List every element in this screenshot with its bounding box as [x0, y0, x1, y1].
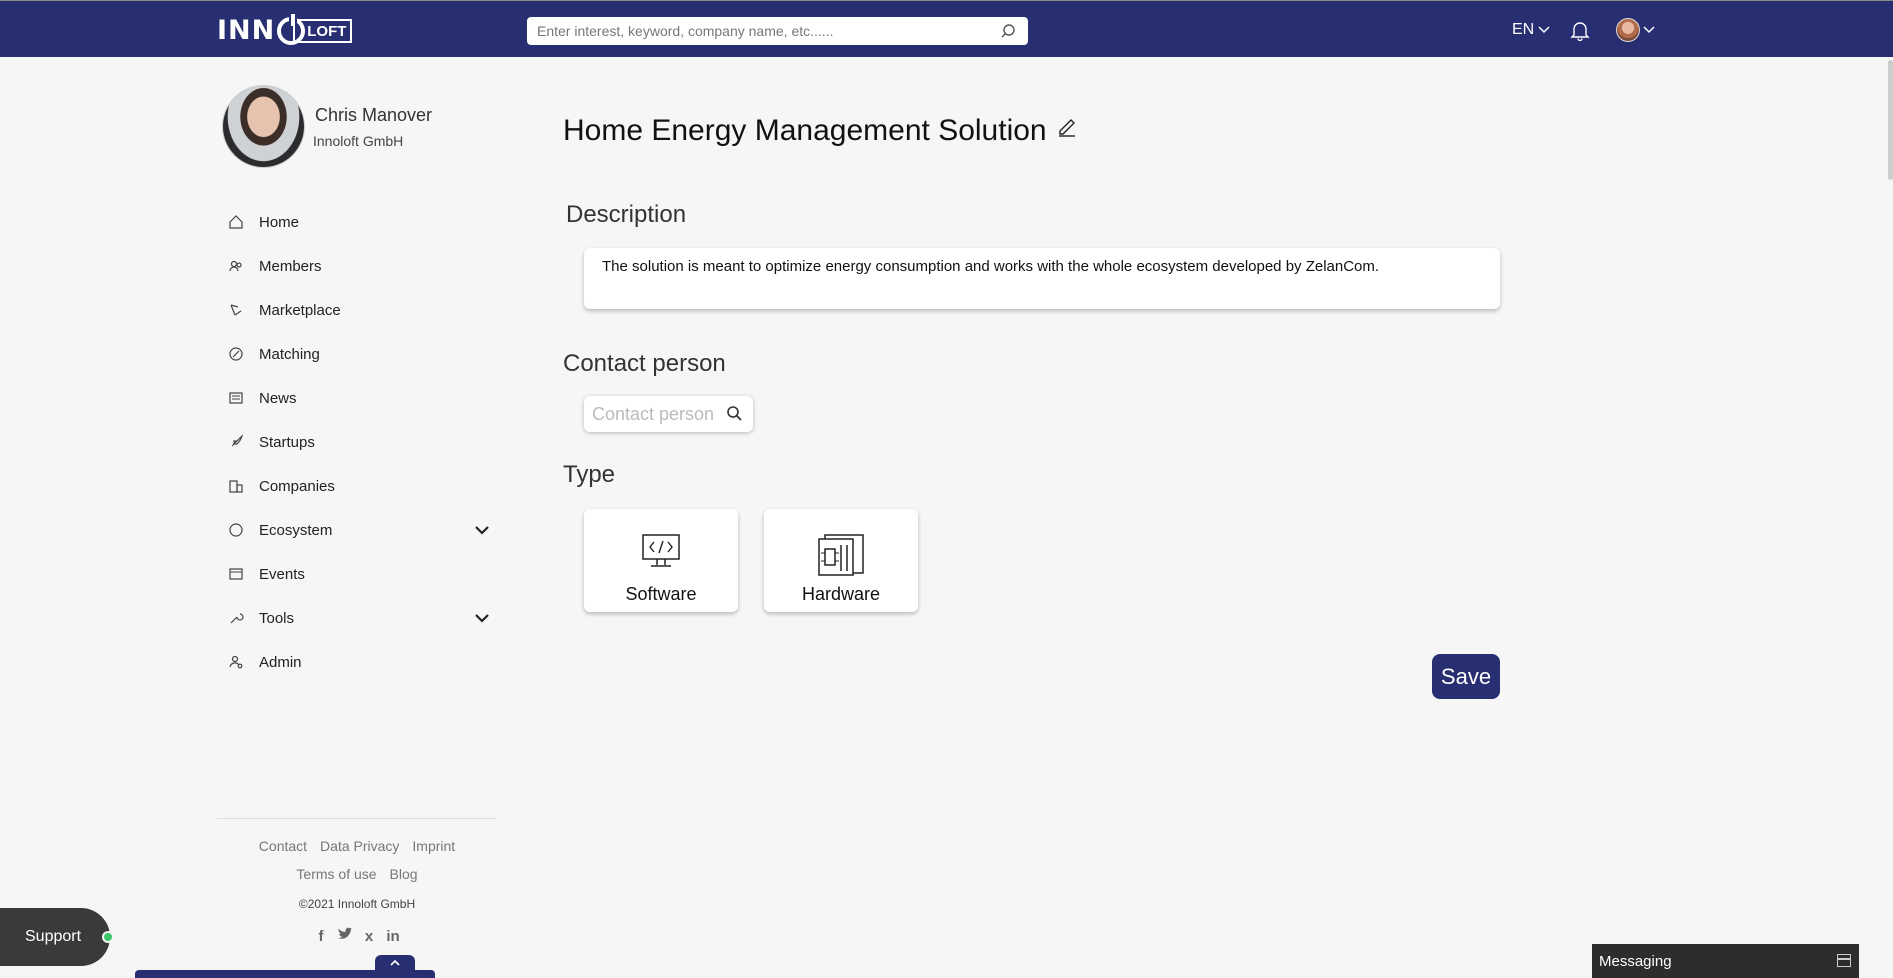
chip-icon [817, 533, 865, 582]
twitter-icon[interactable] [337, 927, 353, 945]
profile-company: Innoloft GmbH [313, 133, 404, 149]
marketplace-icon [226, 300, 246, 320]
sidebar-item-home[interactable]: Home [222, 200, 492, 244]
messaging-label: Messaging [1599, 952, 1672, 970]
sidebar-item-marketplace[interactable]: Marketplace [222, 288, 492, 332]
sidebar-item-label: News [259, 389, 297, 407]
type-option-software[interactable]: Software [584, 509, 738, 612]
sidebar-item-label: Home [259, 213, 300, 231]
rocket-icon [226, 432, 246, 452]
circle-icon [226, 520, 246, 540]
profile-name: Chris Manover [315, 105, 433, 125]
chevron-up-icon [390, 959, 400, 966]
language-selector[interactable]: EN [1512, 21, 1550, 39]
news-icon [226, 388, 246, 408]
matching-icon [226, 344, 246, 364]
sidebar-item-ecosystem[interactable]: Ecosystem [222, 508, 492, 552]
footer-link-contact[interactable]: Contact [259, 838, 307, 866]
sidebar-item-label: Marketplace [259, 301, 341, 319]
messaging-panel[interactable]: Messaging [1592, 944, 1859, 978]
innoloft-logo[interactable]: INN LOFT [217, 13, 353, 46]
type-option-hardware[interactable]: Hardware [764, 509, 918, 612]
home-icon [226, 212, 246, 232]
support-button[interactable]: Support [0, 908, 114, 966]
chevron-down-icon [1538, 26, 1550, 34]
sidebar-item-tools[interactable]: Tools [222, 596, 492, 640]
footer-link-imprint[interactable]: Imprint [412, 838, 455, 866]
footer-links: Contact Data Privacy Imprint Terms of us… [217, 838, 497, 894]
chevron-down-icon[interactable] [474, 522, 490, 540]
sidebar-item-label: Members [259, 257, 322, 275]
profile-card[interactable]: Chris Manover Innoloft GmbH [222, 85, 432, 168]
sidebar-item-matching[interactable]: Matching [222, 332, 492, 376]
sidebar-divider [217, 818, 497, 819]
contact-person-search [584, 396, 753, 432]
page-title-text: Home Energy Management Solution [563, 114, 1047, 147]
sidebar-item-label: Tools [259, 609, 295, 627]
members-icon [226, 256, 246, 276]
sidebar-item-label: Ecosystem [259, 521, 333, 539]
search-icon[interactable] [1000, 23, 1016, 44]
sidebar-item-admin[interactable]: Admin [222, 640, 492, 684]
sidebar-item-label: Startups [259, 433, 315, 451]
facebook-icon[interactable]: f [313, 928, 329, 945]
linkedin-icon[interactable]: in [385, 928, 401, 945]
contact-person-heading: Contact person [563, 350, 726, 377]
footer-link-data-privacy[interactable]: Data Privacy [320, 838, 399, 866]
window-icon[interactable] [1837, 954, 1851, 967]
social-links: f x in [313, 927, 401, 945]
language-label: EN [1512, 21, 1535, 38]
avatar [1616, 18, 1640, 42]
pencil-icon[interactable] [1056, 111, 1078, 145]
tools-icon [226, 608, 246, 628]
chevron-down-icon[interactable] [474, 610, 490, 628]
copyright: ©2021 Innoloft GmbH [298, 897, 416, 911]
logo-text-left: INN [217, 15, 276, 46]
save-button[interactable]: Save [1432, 654, 1500, 699]
footer-link-blog[interactable]: Blog [390, 866, 418, 894]
sidebar-item-events[interactable]: Events [222, 552, 492, 596]
type-heading: Type [563, 461, 616, 488]
chevron-down-icon [1643, 26, 1655, 34]
description-box[interactable]: The solution is meant to optimize energy… [584, 248, 1500, 309]
bell-icon[interactable] [1569, 19, 1591, 46]
search-input[interactable] [527, 17, 987, 45]
page-title: Home Energy Management Solution [563, 114, 1078, 148]
sidebar-item-label: Events [259, 565, 305, 583]
global-search [527, 17, 1028, 45]
sidebar-item-label: Matching [259, 345, 320, 363]
top-navbar: INN LOFT EN [0, 0, 1893, 57]
scrollbar[interactable] [1888, 60, 1893, 180]
footer-link-terms[interactable]: Terms of use [296, 866, 376, 894]
admin-icon [226, 652, 246, 672]
bottom-drawer-toggle[interactable] [375, 955, 415, 978]
support-label: Support [25, 928, 82, 945]
online-status-dot [102, 931, 114, 943]
sidebar-item-companies[interactable]: Companies [222, 464, 492, 508]
search-icon[interactable] [726, 405, 743, 427]
code-monitor-icon [641, 533, 681, 574]
logo-power-icon [277, 13, 306, 45]
sidebar-item-startups[interactable]: Startups [222, 420, 492, 464]
type-label: Software [625, 584, 697, 604]
calendar-icon [226, 564, 246, 584]
xing-icon[interactable]: x [361, 928, 377, 945]
type-label: Hardware [801, 584, 881, 604]
sidebar-item-label: Companies [259, 477, 335, 495]
profile-avatar [222, 85, 305, 168]
description-text: The solution is meant to optimize energy… [602, 258, 1380, 275]
building-icon [226, 476, 246, 496]
sidebar-nav: Home Members Marketplace Matching News S… [222, 200, 492, 684]
user-menu[interactable] [1616, 18, 1655, 42]
sidebar-item-news[interactable]: News [222, 376, 492, 420]
sidebar-item-label: Admin [259, 653, 302, 671]
sidebar-item-members[interactable]: Members [222, 244, 492, 288]
description-heading: Description [566, 201, 687, 228]
contact-person-input[interactable] [584, 396, 719, 432]
